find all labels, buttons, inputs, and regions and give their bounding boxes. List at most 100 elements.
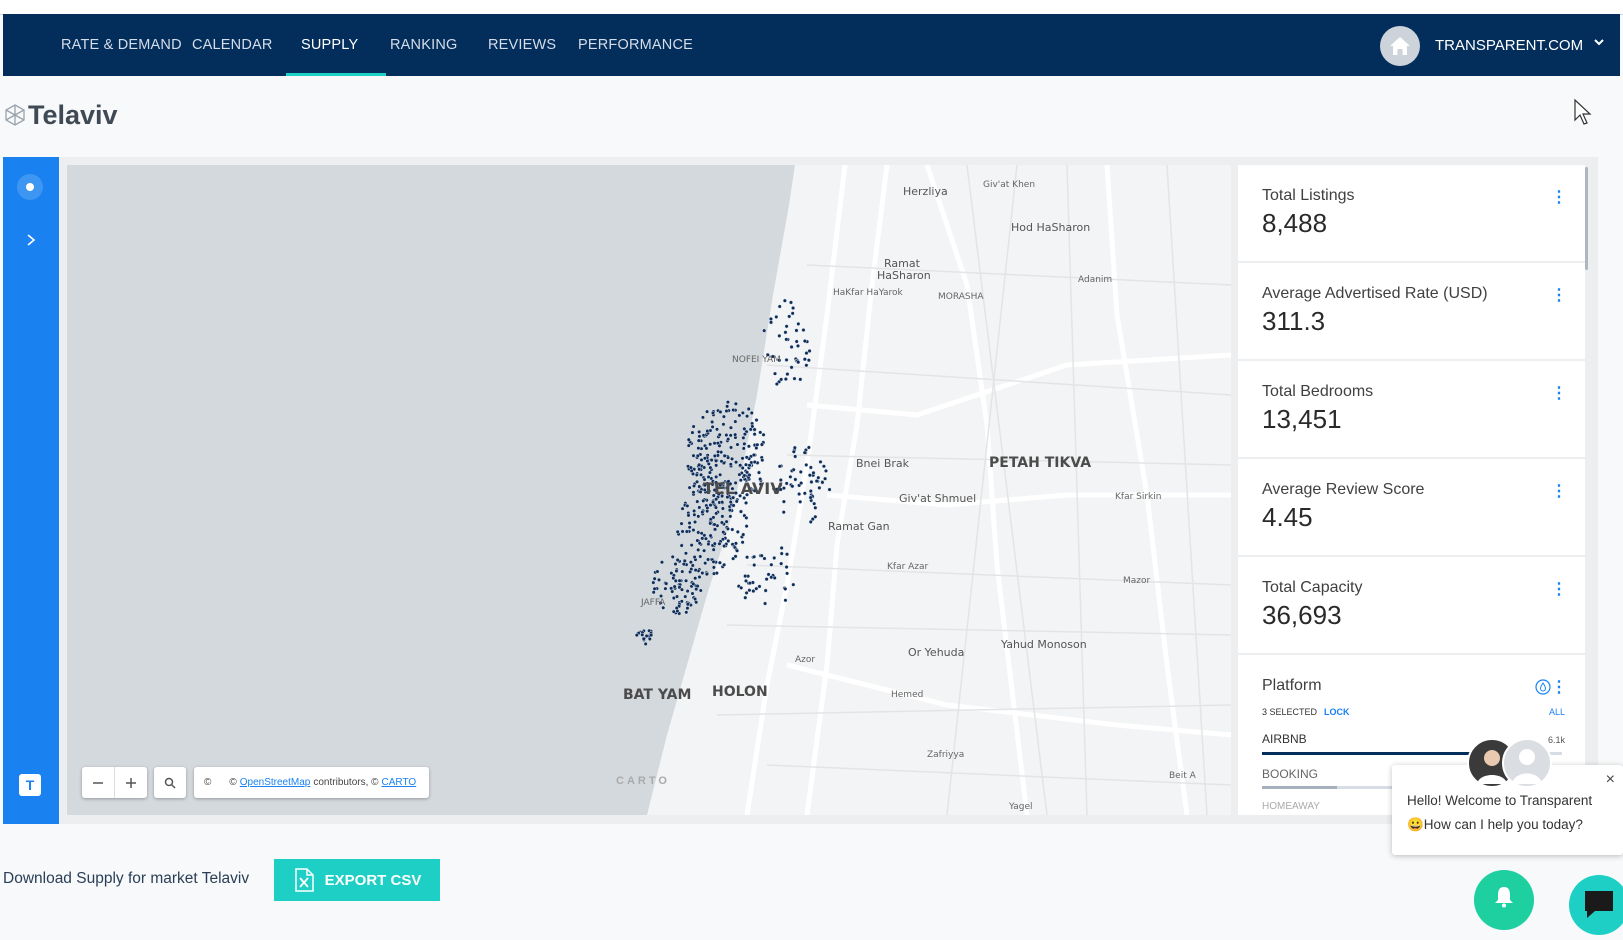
listing-dot[interactable]: [726, 538, 731, 543]
listing-dot[interactable]: [704, 446, 709, 451]
listing-dot[interactable]: [659, 560, 664, 565]
nav-reviews[interactable]: REVIEWS: [488, 37, 556, 53]
listing-dot[interactable]: [752, 563, 757, 568]
supply-map[interactable]: Herzliya Giv'at Khen Hod HaSharon Ramat …: [67, 165, 1231, 815]
listing-dot[interactable]: [643, 641, 648, 646]
listing-dot[interactable]: [742, 473, 747, 478]
listing-dot[interactable]: [710, 410, 715, 415]
listing-dot[interactable]: [695, 499, 700, 504]
listing-dot[interactable]: [687, 525, 692, 530]
listing-dot[interactable]: [634, 633, 639, 638]
listing-dot[interactable]: [679, 587, 684, 592]
listing-dot[interactable]: [735, 442, 740, 447]
listing-dot[interactable]: [699, 531, 704, 536]
listing-dot[interactable]: [781, 499, 786, 504]
droplet-icon[interactable]: [1535, 679, 1551, 695]
listing-dot[interactable]: [756, 470, 761, 475]
listing-dot[interactable]: [720, 506, 725, 511]
listing-dot[interactable]: [712, 541, 717, 546]
listing-dot[interactable]: [720, 500, 725, 505]
listing-dot[interactable]: [671, 596, 676, 601]
listing-dot[interactable]: [724, 433, 729, 438]
zoom-out-button[interactable]: [82, 767, 115, 798]
listing-dot[interactable]: [683, 594, 688, 599]
listing-dot[interactable]: [717, 443, 722, 448]
listing-dot[interactable]: [644, 633, 649, 638]
listing-dot[interactable]: [712, 441, 717, 446]
listing-dot[interactable]: [783, 586, 788, 591]
listing-dot[interactable]: [814, 479, 819, 484]
listing-dot[interactable]: [792, 376, 797, 381]
listing-dot[interactable]: [685, 503, 690, 508]
listing-dot[interactable]: [716, 449, 721, 454]
listing-dot[interactable]: [750, 424, 755, 429]
listing-dot[interactable]: [700, 510, 705, 515]
listing-dot[interactable]: [697, 434, 702, 439]
listing-dot[interactable]: [670, 554, 675, 559]
listing-dot[interactable]: [751, 453, 756, 458]
listing-dot[interactable]: [734, 460, 739, 465]
listing-dot[interactable]: [789, 344, 794, 349]
listing-dot[interactable]: [762, 328, 767, 333]
listing-dot[interactable]: [796, 321, 801, 326]
listing-dot[interactable]: [741, 435, 746, 440]
carto-link[interactable]: CARTO: [382, 777, 417, 788]
panel-scrollbar[interactable]: [1585, 167, 1588, 270]
listing-dot[interactable]: [740, 410, 745, 415]
listing-dot[interactable]: [731, 408, 736, 413]
listing-dot[interactable]: [783, 330, 788, 335]
listing-dot[interactable]: [725, 404, 730, 409]
listing-dot[interactable]: [724, 519, 729, 524]
listing-dot[interactable]: [798, 499, 803, 504]
listing-dot[interactable]: [640, 632, 645, 637]
listing-dot[interactable]: [699, 472, 704, 477]
listing-dot[interactable]: [784, 337, 789, 342]
listing-dot[interactable]: [785, 552, 790, 557]
listing-dot[interactable]: [755, 442, 760, 447]
listing-dot[interactable]: [695, 453, 700, 458]
listing-dot[interactable]: [694, 600, 699, 605]
listing-dot[interactable]: [766, 572, 771, 577]
listing-dot[interactable]: [714, 458, 719, 463]
listing-dot[interactable]: [690, 430, 695, 435]
platform-lock-button[interactable]: LOCK: [1324, 707, 1350, 717]
listing-dot[interactable]: [655, 569, 660, 574]
listing-dot[interactable]: [747, 463, 752, 468]
export-csv-button[interactable]: EXPORT CSV: [274, 859, 440, 901]
listing-dot[interactable]: [704, 572, 709, 577]
listing-dot[interactable]: [735, 529, 740, 534]
listing-dot[interactable]: [714, 571, 719, 576]
listing-dot[interactable]: [701, 498, 706, 503]
listing-dot[interactable]: [685, 589, 690, 594]
listing-dot[interactable]: [802, 357, 807, 362]
listing-dot[interactable]: [728, 462, 733, 467]
listing-dot[interactable]: [798, 469, 803, 474]
listing-dot[interactable]: [752, 432, 757, 437]
listing-dot[interactable]: [738, 463, 743, 468]
listing-dot[interactable]: [785, 571, 790, 576]
notifications-button[interactable]: [1474, 870, 1534, 930]
listing-dot[interactable]: [721, 422, 726, 427]
listing-dot[interactable]: [779, 561, 784, 566]
listing-dot[interactable]: [808, 519, 813, 524]
listing-dot[interactable]: [663, 586, 668, 591]
platform-row-booking[interactable]: BOOKING: [1262, 767, 1318, 781]
listing-dot[interactable]: [679, 543, 684, 548]
listing-dot[interactable]: [703, 536, 708, 541]
listing-dot[interactable]: [728, 514, 733, 519]
listing-dot[interactable]: [783, 598, 788, 603]
listing-dot[interactable]: [686, 513, 691, 518]
listing-dot[interactable]: [730, 456, 735, 461]
listing-dot[interactable]: [698, 490, 703, 495]
listing-dot[interactable]: [807, 348, 812, 353]
listing-dot[interactable]: [673, 578, 678, 583]
transparent-logo[interactable]: T: [19, 774, 41, 796]
listing-dot[interactable]: [687, 521, 692, 526]
listing-dot[interactable]: [760, 458, 765, 463]
listing-dot[interactable]: [696, 547, 701, 552]
listing-dot[interactable]: [719, 459, 724, 464]
listing-dot[interactable]: [709, 458, 714, 463]
listing-dot[interactable]: [696, 514, 701, 519]
listing-dot[interactable]: [717, 432, 722, 437]
kebab-menu-icon[interactable]: ⋮: [1551, 383, 1567, 403]
